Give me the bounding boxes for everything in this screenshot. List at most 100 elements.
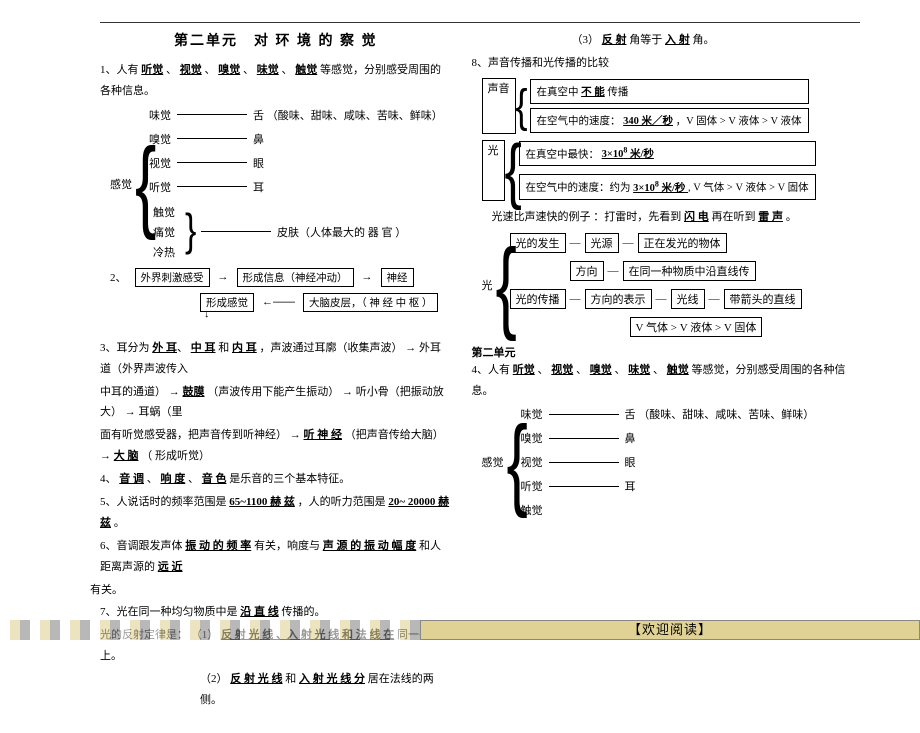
sense-row-hearing: 听觉 耳 [149, 179, 443, 195]
u: 大 脑 [114, 450, 139, 462]
b: V 气体 > V 液体 > V 固体 [630, 317, 763, 337]
r: 眼 [625, 454, 636, 470]
t: 在空气中的速度：约为 [526, 183, 631, 194]
t: 在真空中最快： [526, 149, 600, 160]
left-column: 第二单元 对 环 境 的 察 觉 1、人有 听觉 、 视觉 、 嗅觉 、 味觉 … [100, 30, 452, 713]
brace-icon: { [505, 128, 515, 213]
t: 在真空中 [537, 87, 579, 98]
row-dir: 方向— 在同一种物质中沿直线传 [570, 261, 802, 281]
light-diag-label: 光 [482, 232, 496, 338]
arrow-down-icon: ↓ [204, 308, 210, 320]
line-icon [549, 414, 619, 415]
sense-row: 味觉 舌 （酸味、甜味、咸味、苦味、鲜味） [521, 406, 815, 422]
p6b: 有关。 [90, 580, 452, 601]
box-info: 形成信息（神经冲动） [237, 268, 354, 287]
u: 不 能 [581, 87, 605, 98]
sense-row-taste: 味觉 舌 （酸味、甜味、咸味、苦味、鲜味） [149, 107, 443, 123]
t: 角等于 [629, 34, 665, 46]
line-icon [549, 486, 619, 487]
n: 6、音调跟发声体 [100, 540, 183, 552]
u: 340 米／秒 [623, 116, 673, 127]
u: 雷 声 [758, 211, 783, 223]
line-icon [201, 231, 271, 232]
p2-flow: 2、 外界刺激感受 → 形成信息（神经冲动） → 神经 [110, 268, 452, 287]
p4: 4、 音 调 、 响 度 、 音 色 是乐音的三个基本特征。 [100, 469, 452, 490]
sense-sight: 视觉 [180, 64, 202, 76]
s: 触觉 [667, 364, 689, 376]
sense-diagram-2: 感觉 { 味觉 舌 （酸味、甜味、咸味、苦味、鲜味） 嗅觉 鼻 视觉 眼 [482, 405, 861, 519]
row-propagate: 光的传播— 方向的表示— 光线— 带箭头的直线 [510, 289, 802, 309]
t: 。 [114, 517, 125, 529]
u: 外 耳 [152, 342, 177, 354]
s: 视觉 [551, 364, 573, 376]
sense-list: 味觉 舌 （酸味、甜味、咸味、苦味、鲜味） 嗅觉 鼻 视觉 眼 听觉 [145, 106, 447, 262]
light-items: 在真空中最快： 3×108 米/秒 在空气中的速度：约为 3×108 米/秒 ,… [515, 140, 820, 201]
light-vacuum: 在真空中最快： 3×108 米/秒 [519, 141, 816, 167]
example: 光速比声速快的例子 ：打雷时，先看到 闪 电 再在听到 雷 声 。 [492, 207, 861, 228]
page-rule [100, 22, 860, 23]
arrow-icon: → [169, 386, 180, 398]
u: 入 射 [665, 34, 690, 46]
b: 光的发生 [510, 233, 566, 253]
light-diag-rows: 光的发生— 光源— 正在发光的物体 方向— 在同一种物质中沿直线传 光的传播— … [506, 232, 806, 338]
num: 2、 [110, 269, 127, 285]
p5: 5、人说话时的频率范围是 65~1100 赫 兹 ，人的听力范围是 20~ 20… [100, 492, 452, 534]
sense-touch: 触觉 [295, 64, 317, 76]
unit-title: 第二单元 对 环 境 的 察 觉 [100, 30, 452, 50]
brace-icon: { [135, 59, 145, 309]
box-nerve: 神经 [381, 268, 414, 287]
u: 远 近 [158, 561, 183, 573]
u: 反 射 [602, 34, 627, 46]
box-stimulus: 外界刺激感受 [135, 268, 210, 287]
i: 冷热 [153, 244, 175, 260]
sense-list-2: 味觉 舌 （酸味、甜味、咸味、苦味、鲜味） 嗅觉 鼻 视觉 眼 听觉 [517, 405, 819, 519]
s: 味觉 [628, 364, 650, 376]
b: 方向的表示 [585, 289, 652, 309]
t: 有关，响度与 [254, 540, 320, 552]
l: 味觉 [149, 107, 171, 123]
sense-row-smell: 嗅觉 鼻 [149, 131, 443, 147]
b: 正在发光的物体 [638, 233, 727, 253]
t: 是乐音的三个基本特征。 [229, 473, 350, 485]
t: 在空气中的速度： [537, 116, 621, 127]
r: 耳 [625, 478, 636, 494]
t: （ 形成听觉） [141, 450, 210, 462]
t: 角。 [693, 34, 715, 46]
arrow-icon: → [125, 406, 136, 418]
sound-label: 声音 [482, 78, 516, 134]
sense-row: 触觉 [521, 502, 815, 518]
t: 耳蜗（里 [139, 406, 183, 418]
r: 鼻 [253, 131, 264, 147]
u: 振 动 的 频 率 [185, 540, 251, 552]
u: 反 射 光 线 [230, 673, 282, 685]
n: （2） [200, 673, 228, 685]
sound-air: 在空气中的速度： 340 米／秒 ，V 固体 > V 液体 > V 液体 [530, 108, 809, 133]
row-speed: V 气体 > V 液体 > V 固体 [630, 317, 802, 337]
light-diagram: 光 { 光的发生— 光源— 正在发光的物体 方向— 在同一种物质中沿直线传 光的… [482, 232, 861, 338]
u: 入 射 光 线 分 [299, 673, 365, 685]
t: 再在听到 [712, 211, 756, 223]
footer-text: 【欢迎阅读】 [420, 620, 920, 640]
sense-taste: 味觉 [257, 64, 279, 76]
t: 面有听觉感受器，把声音传到听神经） [100, 429, 287, 441]
p1-prefix: 1、人有 [100, 64, 139, 76]
line-icon [177, 114, 247, 115]
r: 眼 [253, 155, 264, 171]
line-icon [177, 162, 247, 163]
u: 音 色 [202, 473, 227, 485]
n: 4、 [100, 473, 117, 485]
row-emit: 光的发生— 光源— 正在发光的物体 [510, 233, 802, 253]
v: 3×10 [602, 149, 624, 160]
arrow-left-icon: ←—— [262, 296, 295, 308]
b: 在同一种物质中沿直线传 [623, 261, 756, 281]
t: 3、耳分为 [100, 342, 150, 354]
t: （把声音传给大脑） [345, 429, 444, 441]
skin-label: 皮肤（人体最大的 器 官 ） [277, 224, 406, 240]
u: 内 耳 [232, 342, 257, 354]
r: 耳 [253, 179, 264, 195]
r: 舌 （酸味、甜味、咸味、苦味、鲜味） [253, 107, 443, 123]
sense-row-group: 触觉 痛觉 冷热 } 皮肤（人体最大的 器 官 ） [149, 203, 443, 261]
r: 鼻 [625, 430, 636, 446]
footer-stripes-icon [0, 620, 420, 640]
line-icon [177, 186, 247, 187]
